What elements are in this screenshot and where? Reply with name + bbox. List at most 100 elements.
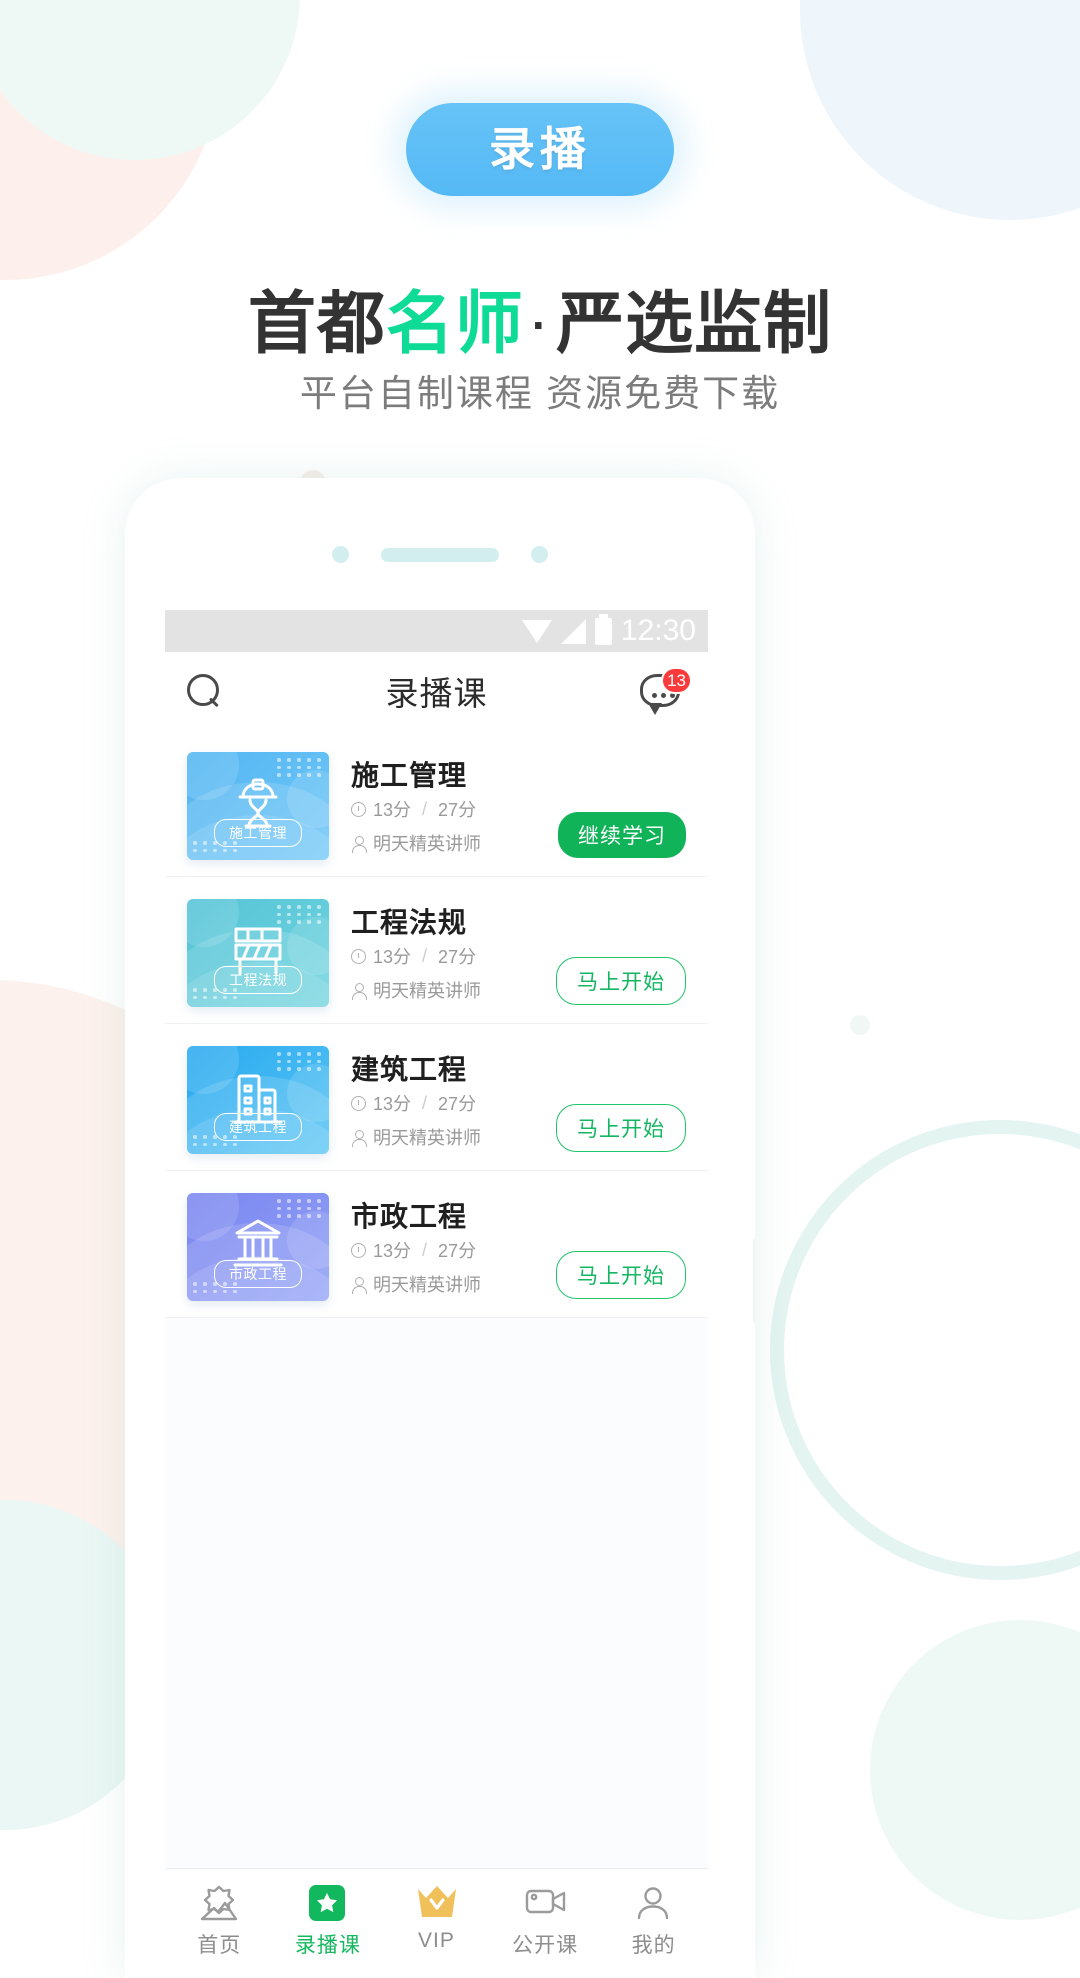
course-thumbnail[interactable]: 施工管理 [187, 752, 329, 860]
course-teacher-row: 明天精英讲师 [351, 977, 481, 1003]
course-teacher-row: 明天精英讲师 [351, 1271, 481, 1297]
status-bar-time: 12:30 [620, 614, 696, 647]
camera-dot-icon [332, 546, 349, 563]
course-teacher: 明天精英讲师 [373, 1128, 481, 1148]
headline-accent: 名师 [385, 286, 524, 362]
phone-mockup: 12:30 录播课 13 施工管理 施工管理 13分 / 27分 明天精英讲师 … [125, 478, 755, 1978]
course-total: 27分 [438, 1241, 477, 1261]
crown-icon [415, 1883, 457, 1921]
course-thumbnail[interactable]: 工程法规 [187, 899, 329, 1007]
clock-icon [351, 1095, 366, 1111]
course-thumbnail[interactable]: 市政工程 [187, 1193, 329, 1301]
status-bar: 12:30 [165, 610, 708, 652]
tab-item-VIP[interactable]: VIP [382, 1883, 491, 1953]
tab-label: 公开课 [512, 1934, 579, 1957]
star-square-icon [307, 1883, 349, 1921]
course-list-item[interactable]: 施工管理 施工管理 13分 / 27分 明天精英讲师 继续学习 [165, 730, 708, 877]
course-watched: 13分 [373, 800, 412, 820]
course-list-item[interactable]: 工程法规 工程法规 13分 / 27分 明天精英讲师 马上开始 [165, 877, 708, 1024]
course-title: 建筑工程 [351, 1054, 468, 1085]
tab-item-首页[interactable]: 首页 [165, 1883, 274, 1959]
course-teacher-row: 明天精英讲师 [351, 830, 481, 856]
course-thumbnail-tag: 工程法规 [214, 966, 302, 994]
headline-dot: · [531, 299, 549, 351]
battery-icon [594, 613, 612, 645]
promo-badge: 录播 [406, 103, 674, 196]
tab-label: 首页 [197, 1934, 242, 1957]
course-title: 市政工程 [351, 1201, 468, 1232]
user-icon [351, 1276, 367, 1294]
course-watched: 13分 [373, 1094, 412, 1114]
course-meta-separator: / [422, 1092, 428, 1113]
course-thumbnail-tag: 建筑工程 [214, 1113, 302, 1141]
tab-label: VIP [418, 1929, 455, 1952]
decor-blob [870, 1620, 1080, 1920]
course-action-button[interactable]: 马上开始 [556, 1104, 686, 1152]
bottom-tab-bar: 首页 录播课 VIP 公开课 我的 [165, 1868, 708, 1978]
course-action-button[interactable]: 马上开始 [556, 1251, 686, 1299]
course-total: 27分 [438, 1094, 477, 1114]
earpiece-speaker [381, 547, 499, 562]
course-meta-separator: / [422, 945, 428, 966]
course-duration: 13分 / 27分 [351, 1090, 476, 1116]
tab-item-录播课[interactable]: 录播课 [274, 1883, 383, 1959]
course-teacher: 明天精英讲师 [373, 981, 481, 1001]
course-watched: 13分 [373, 1241, 412, 1261]
chat-tail-icon [648, 703, 662, 715]
clock-icon [351, 801, 366, 817]
course-meta-separator: / [422, 798, 428, 819]
course-list: 施工管理 施工管理 13分 / 27分 明天精英讲师 继续学习 工程法规 工程法… [165, 730, 708, 1318]
tab-label: 我的 [631, 1934, 676, 1957]
home-mountain-icon [198, 1883, 240, 1921]
course-action-button[interactable]: 继续学习 [558, 812, 686, 858]
tab-label: 录播课 [294, 1934, 361, 1957]
chat-badge-count: 13 [661, 667, 692, 694]
video-camera-icon [524, 1883, 566, 1921]
user-icon [351, 835, 367, 853]
decor-ring [770, 1120, 1080, 1580]
clock-icon [351, 948, 366, 964]
course-duration: 13分 / 27分 [351, 943, 476, 969]
chat-button[interactable]: 13 [640, 667, 692, 715]
promo-headline: 首都名师 · 严选监制 [0, 268, 1080, 367]
course-info: 施工管理 13分 / 27分 明天精英讲师 继续学习 [329, 752, 686, 860]
user-icon [351, 1129, 367, 1147]
course-watched: 13分 [373, 947, 412, 967]
course-thumbnail-tag: 市政工程 [214, 1260, 302, 1288]
phone-screen: 12:30 录播课 13 施工管理 施工管理 13分 / 27分 明天精英讲师 … [165, 610, 708, 1978]
person-icon [633, 1883, 675, 1921]
user-icon [351, 982, 367, 1000]
phone-top-bezel [125, 478, 755, 610]
wifi-icon [521, 619, 552, 643]
course-info: 市政工程 13分 / 27分 明天精英讲师 马上开始 [329, 1193, 686, 1301]
promo-badge-wrapper: 录播 [0, 103, 1080, 196]
clock-icon [351, 1242, 366, 1258]
tab-item-公开课[interactable]: 公开课 [491, 1883, 600, 1959]
course-total: 27分 [438, 800, 477, 820]
course-thumbnail[interactable]: 建筑工程 [187, 1046, 329, 1154]
course-list-item[interactable]: 市政工程 市政工程 13分 / 27分 明天精英讲师 马上开始 [165, 1171, 708, 1318]
course-teacher-row: 明天精英讲师 [351, 1124, 481, 1150]
thumb-decor-dots [277, 1199, 323, 1218]
thumb-decor-dots [277, 758, 323, 777]
thumb-decor-dots [277, 905, 323, 924]
course-title: 施工管理 [351, 760, 468, 791]
course-list-item[interactable]: 建筑工程 建筑工程 13分 / 27分 明天精英讲师 马上开始 [165, 1024, 708, 1171]
decor-blob [850, 1015, 870, 1035]
thumb-decor-dots [277, 1052, 323, 1071]
course-teacher: 明天精英讲师 [373, 1275, 481, 1295]
promo-subline: 平台自制课程 资源免费下载 [299, 373, 781, 414]
course-meta-separator: / [422, 1239, 428, 1260]
sensor-dot-icon [531, 546, 548, 563]
course-thumbnail-tag: 施工管理 [214, 819, 302, 847]
tab-item-我的[interactable]: 我的 [599, 1883, 708, 1959]
course-action-button[interactable]: 马上开始 [556, 957, 686, 1005]
headline-suffix: 严选监制 [556, 286, 833, 362]
course-title: 工程法规 [351, 907, 468, 938]
app-header: 录播课 13 [165, 652, 708, 730]
course-info: 工程法规 13分 / 27分 明天精英讲师 马上开始 [329, 899, 686, 1007]
course-duration: 13分 / 27分 [351, 1237, 476, 1263]
signal-icon [560, 618, 586, 644]
page-title: 录播课 [385, 675, 488, 712]
course-info: 建筑工程 13分 / 27分 明天精英讲师 马上开始 [329, 1046, 686, 1154]
